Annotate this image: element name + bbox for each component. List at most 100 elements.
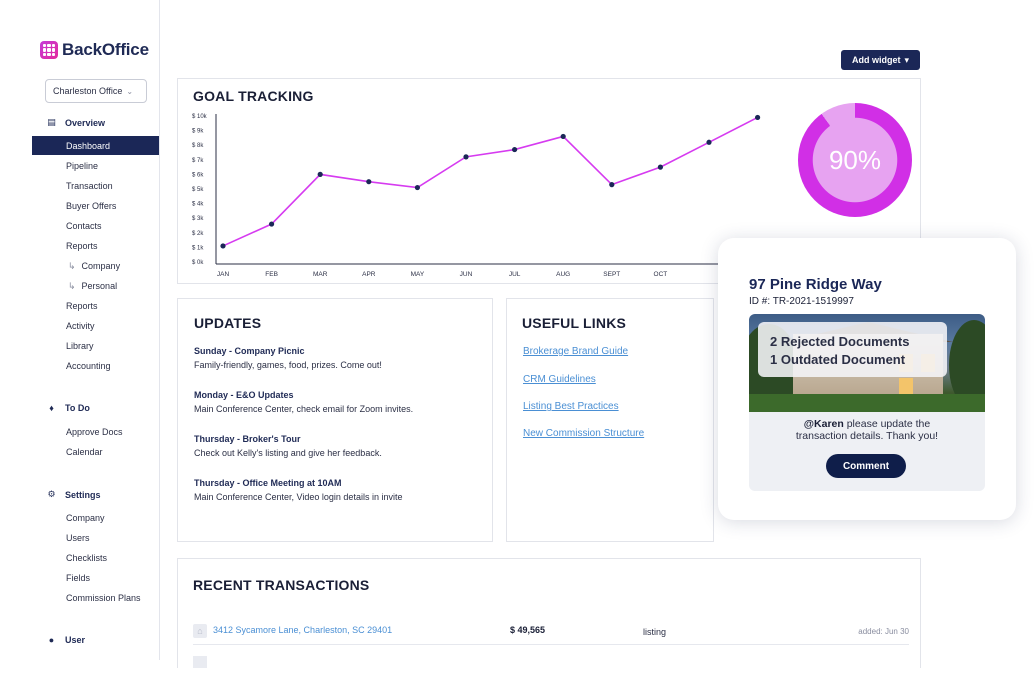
y-tick-label: $ 4k xyxy=(192,202,204,208)
sub-arrow-icon: ↳ xyxy=(68,281,76,291)
sidebar-item-accounting[interactable]: Accounting xyxy=(66,361,111,371)
recent-transactions-title: RECENT TRANSACTIONS xyxy=(193,577,370,593)
data-point xyxy=(706,139,712,145)
sidebar-item-users[interactable]: Users xyxy=(66,533,90,543)
sidebar-item-reports-2[interactable]: Reports xyxy=(66,301,98,311)
y-tick-label: $ 9k xyxy=(192,129,204,135)
nav-section-settings[interactable]: ⚙ Settings xyxy=(46,489,101,500)
x-tick-label: MAR xyxy=(313,271,328,278)
sidebar-item-contacts[interactable]: Contacts xyxy=(66,221,102,231)
data-point xyxy=(220,243,226,249)
property-photo: 2 Rejected Documents 1 Outdated Document xyxy=(749,314,985,412)
link-commission-structure[interactable]: New Commission Structure xyxy=(523,428,644,439)
goal-series-line xyxy=(222,116,758,247)
nav-section-label: Settings xyxy=(65,489,101,500)
nav-section-label: User xyxy=(65,635,86,645)
nav-section-todo[interactable]: ♦ To Do xyxy=(46,403,90,413)
x-tick-label: AUG xyxy=(556,271,570,278)
y-tick-label: $ 2k xyxy=(192,231,204,237)
sidebar-item-label: Company xyxy=(81,261,121,271)
sidebar-item-reports[interactable]: Reports xyxy=(66,241,98,251)
useful-links-title: USEFUL LINKS xyxy=(522,315,627,331)
y-tick-label: $ 0k xyxy=(192,260,204,266)
sidebar-item-library[interactable]: Library xyxy=(66,341,94,351)
nav-section-overview[interactable]: ▤ Overview xyxy=(46,117,105,128)
add-widget-label: Add widget xyxy=(851,55,901,65)
x-tick-label: SEPT xyxy=(603,271,620,278)
update-heading: Monday - E&O Updates xyxy=(194,390,294,400)
data-point xyxy=(463,154,469,160)
transaction-id: ID #: TR-2021-1519997 xyxy=(749,296,854,307)
link-listing-best-practices[interactable]: Listing Best Practices xyxy=(523,401,619,412)
x-tick-label: OCT xyxy=(654,271,668,278)
add-widget-button[interactable]: Add widget ▾ xyxy=(841,50,920,70)
table-row[interactable]: ⌂ 3412 Sycamore Lane, Charleston, SC 294… xyxy=(193,621,909,645)
sidebar-item-dashboard[interactable]: Dashboard xyxy=(32,136,159,155)
gear-icon: ⚙ xyxy=(47,489,56,499)
sidebar-item-calendar[interactable]: Calendar xyxy=(66,447,103,457)
update-item: Thursday - Broker's Tour Check out Kelly… xyxy=(194,434,382,458)
y-tick-label: $ 7k xyxy=(192,158,204,164)
chart-icon: ▤ xyxy=(47,117,56,127)
brand-logo[interactable]: BackOffice xyxy=(40,40,149,60)
data-point xyxy=(609,182,615,188)
sidebar-item-label: Personal xyxy=(81,281,118,291)
brand-name: BackOffice xyxy=(62,40,149,59)
sidebar-item-label: Dashboard xyxy=(66,140,111,151)
comment-text-rest: please update the xyxy=(843,418,931,430)
house-icon: ⌂ xyxy=(193,624,207,638)
transaction-address[interactable]: 3412 Sycamore Lane, Charleston, SC 29401 xyxy=(213,625,392,635)
update-item: Thursday - Office Meeting at 10AM Main C… xyxy=(194,478,402,502)
transaction-amount: $ 49,565 xyxy=(510,625,546,635)
sidebar-item-company[interactable]: Company xyxy=(66,513,105,523)
update-heading: Sunday - Company Picnic xyxy=(194,346,305,356)
nav-section-user[interactable]: ● User xyxy=(46,635,85,645)
transaction-detail-panel: 97 Pine Ridge Way ID #: TR-2021-1519997 … xyxy=(718,238,1016,520)
sidebar-item-commission-plans[interactable]: Commission Plans xyxy=(66,593,141,603)
office-select[interactable]: Charleston Office ⌄ xyxy=(45,79,147,103)
transaction-title: 97 Pine Ridge Way xyxy=(749,276,882,293)
data-point xyxy=(414,184,420,191)
sidebar-item-checklists[interactable]: Checklists xyxy=(66,553,107,563)
bell-icon: ♦ xyxy=(49,403,54,413)
x-tick-label: FEB xyxy=(265,271,278,278)
update-heading: Thursday - Office Meeting at 10AM xyxy=(194,478,342,488)
updates-card: UPDATES Sunday - Company Picnic Family-f… xyxy=(177,298,493,542)
sidebar-item-buyer-offers[interactable]: Buyer Offers xyxy=(66,201,116,211)
y-tick-label: $ 8k xyxy=(192,143,204,149)
comment-box: @Karen please update the transaction det… xyxy=(749,412,985,491)
outdated-document: 1 Outdated Document xyxy=(770,352,906,367)
update-body: Check out Kelly's listing and give her f… xyxy=(194,448,382,458)
link-brand-guide[interactable]: Brokerage Brand Guide xyxy=(523,346,628,357)
x-tick-label: JUN xyxy=(460,271,473,278)
rejected-documents: 2 Rejected Documents xyxy=(770,334,910,349)
y-tick-label: $ 10k xyxy=(192,114,208,120)
update-item: Sunday - Company Picnic Family-friendly,… xyxy=(194,346,382,370)
transaction-added: added: Jun 30 xyxy=(858,627,909,636)
y-tick-label: $ 5k xyxy=(192,187,204,193)
data-point xyxy=(755,114,761,121)
recent-transactions-card: RECENT TRANSACTIONS ⌂ 3412 Sycamore Lane… xyxy=(177,558,921,668)
data-point xyxy=(512,146,518,153)
comment-text: @Karen please update the transaction det… xyxy=(749,418,985,442)
lawn-shape xyxy=(749,394,985,412)
sidebar-item-reports-personal[interactable]: ↳ Personal xyxy=(68,281,117,292)
sidebar-item-reports-company[interactable]: ↳ Company xyxy=(68,261,120,272)
updates-title: UPDATES xyxy=(194,315,262,331)
update-body: Main Conference Center, Video login deta… xyxy=(194,492,403,502)
sidebar-item-activity[interactable]: Activity xyxy=(66,321,95,331)
chevron-down-icon: ⌄ xyxy=(126,86,134,96)
x-tick-label: APR xyxy=(362,271,376,278)
sidebar-item-pipeline[interactable]: Pipeline xyxy=(66,161,98,171)
sidebar-item-fields[interactable]: Fields xyxy=(66,573,90,583)
link-crm-guidelines[interactable]: CRM Guidelines xyxy=(523,374,596,385)
comment-mention: @Karen xyxy=(803,418,844,430)
transaction-media: 2 Rejected Documents 1 Outdated Document… xyxy=(749,314,985,567)
sidebar-item-transaction[interactable]: Transaction xyxy=(66,181,113,191)
x-tick-label: MAY xyxy=(411,271,425,278)
sidebar-item-approve-docs[interactable]: Approve Docs xyxy=(66,427,123,437)
logo-icon xyxy=(40,41,58,59)
data-point xyxy=(269,221,275,227)
comment-button[interactable]: Comment xyxy=(826,454,906,478)
goal-percent-label: 90% xyxy=(828,144,882,175)
